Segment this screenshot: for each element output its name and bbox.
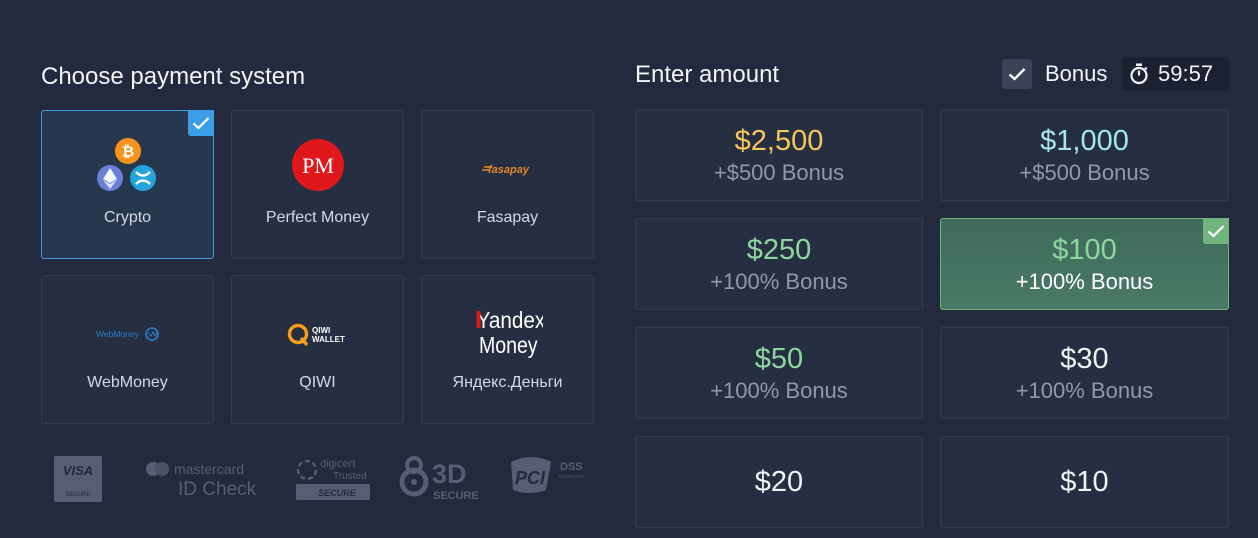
mastercard-id-check-badge: mastercard ID Check	[146, 461, 257, 500]
svg-text:SECURE: SECURE	[318, 488, 357, 498]
svg-text:SECURE: SECURE	[65, 492, 90, 498]
svg-text:WALLET: WALLET	[312, 335, 345, 344]
yandex-money-logo-icon: Yandex Money	[422, 276, 593, 360]
stopwatch-icon	[1130, 63, 1148, 85]
svg-text:QIWI: QIWI	[312, 326, 330, 335]
amount-header: Enter amount Bonus 59:57	[635, 55, 1229, 95]
amount-option-2500[interactable]: $2,500 +$500 Bonus	[635, 109, 923, 201]
payment-section: Choose payment system ₿ Crypto PM Perfec…	[41, 58, 594, 508]
amount-option-250[interactable]: $250 +100% Bonus	[635, 218, 923, 310]
svg-text:PM: PM	[302, 153, 334, 178]
digicert-secure-badge: digicert Trusted SECURE	[296, 458, 370, 500]
payment-title: Choose payment system	[41, 63, 306, 90]
payment-label: Crypto	[103, 209, 152, 226]
amount-bonus: +$500 Bonus	[713, 159, 845, 185]
payment-qiwi[interactable]: QIWI WALLET QIWI	[231, 275, 404, 424]
amount-bonus: +100% Bonus	[710, 268, 848, 294]
3d-secure-badge: 3D SECURE	[399, 456, 479, 502]
svg-text:WebMoney: WebMoney	[96, 329, 140, 339]
amount-bonus: +100% Bonus	[1015, 268, 1154, 294]
payment-yandex[interactable]: Yandex Money Яндекс.Деньги	[421, 275, 594, 424]
amount-value: $100	[1052, 233, 1117, 266]
amount-value: $30	[1060, 342, 1109, 375]
svg-text:digicert: digicert	[320, 458, 355, 470]
payment-label: Fasapay	[476, 209, 539, 226]
amount-option-100[interactable]: $100 +100% Bonus	[940, 218, 1229, 310]
amount-title: Enter amount	[635, 61, 780, 88]
amount-section: Enter amount Bonus 59:57 $2,500 +$500 Bo…	[635, 55, 1229, 528]
amount-bonus: +100% Bonus	[1015, 377, 1154, 403]
bonus-label: Bonus	[1045, 61, 1108, 86]
svg-text:Trusted: Trusted	[333, 471, 367, 482]
svg-text:VISA: VISA	[63, 463, 93, 478]
fasapay-logo-icon: fasapay	[422, 111, 593, 195]
payment-grid: ₿ Crypto PM Perfect Money fasapay Fasapa…	[41, 110, 594, 424]
selected-check-icon	[1203, 218, 1229, 244]
svg-text:Money: Money	[478, 333, 537, 359]
payment-crypto[interactable]: ₿ Crypto	[41, 110, 214, 259]
timer-text: 59:57	[1158, 61, 1214, 86]
visa-secure-badge: VISA SECURE	[54, 456, 102, 502]
qiwi-logo-icon: QIWI WALLET	[232, 276, 403, 360]
svg-text:3D: 3D	[432, 459, 467, 489]
amount-option-30[interactable]: $30 +100% Bonus	[940, 327, 1229, 419]
payment-label: QIWI	[299, 374, 336, 391]
svg-text:SECURE: SECURE	[433, 490, 479, 502]
payment-label: Perfect Money	[265, 209, 370, 226]
amount-value: $20	[754, 466, 804, 498]
svg-text:ID Check: ID Check	[178, 479, 257, 500]
amount-value: $10	[1060, 466, 1109, 498]
bonus-checkbox[interactable]	[1002, 59, 1032, 89]
svg-text:fasapay: fasapay	[488, 164, 530, 176]
payment-label: Яндекс.Деньги	[452, 374, 563, 391]
amount-value: $250	[746, 233, 812, 266]
payment-fasapay[interactable]: fasapay Fasapay	[421, 110, 594, 259]
amount-value: $50	[754, 342, 804, 375]
svg-text:COMPLIANT: COMPLIANT	[559, 474, 586, 479]
checkmark-icon	[1008, 68, 1026, 81]
amount-option-50[interactable]: $50 +100% Bonus	[635, 327, 923, 419]
svg-text:₿: ₿	[121, 143, 133, 161]
amount-grid: $2,500 +$500 Bonus $1,000 +$500 Bonus $2…	[635, 109, 1229, 528]
svg-text:DSS: DSS	[560, 461, 583, 473]
amount-option-20[interactable]: $20	[635, 436, 923, 528]
webmoney-logo-icon: WebMoney	[42, 276, 213, 360]
amount-option-10[interactable]: $10	[940, 436, 1229, 528]
amount-bonus: +$500 Bonus	[1019, 159, 1150, 185]
bonus-timer: 59:57	[1122, 57, 1229, 91]
payment-label: WebMoney	[87, 374, 168, 391]
svg-text:mastercard: mastercard	[174, 461, 244, 477]
svg-text:PCI: PCI	[515, 468, 546, 488]
amount-option-1000[interactable]: $1,000 +$500 Bonus	[940, 109, 1229, 201]
perfect-money-logo-icon: PM	[232, 111, 403, 195]
payment-webmoney[interactable]: WebMoney WebMoney	[41, 275, 214, 424]
payment-perfect-money[interactable]: PM Perfect Money	[231, 110, 404, 259]
amount-value: $2,500	[734, 124, 824, 157]
amount-value: $1,000	[1040, 124, 1129, 157]
security-badges: VISA SECURE mastercard ID Check digicert…	[41, 450, 594, 508]
selected-check-icon	[188, 110, 214, 136]
amount-bonus: +100% Bonus	[710, 377, 848, 403]
svg-text:Yandex: Yandex	[476, 308, 542, 333]
pci-dss-badge: PCI DSS COMPLIANT	[511, 457, 586, 493]
